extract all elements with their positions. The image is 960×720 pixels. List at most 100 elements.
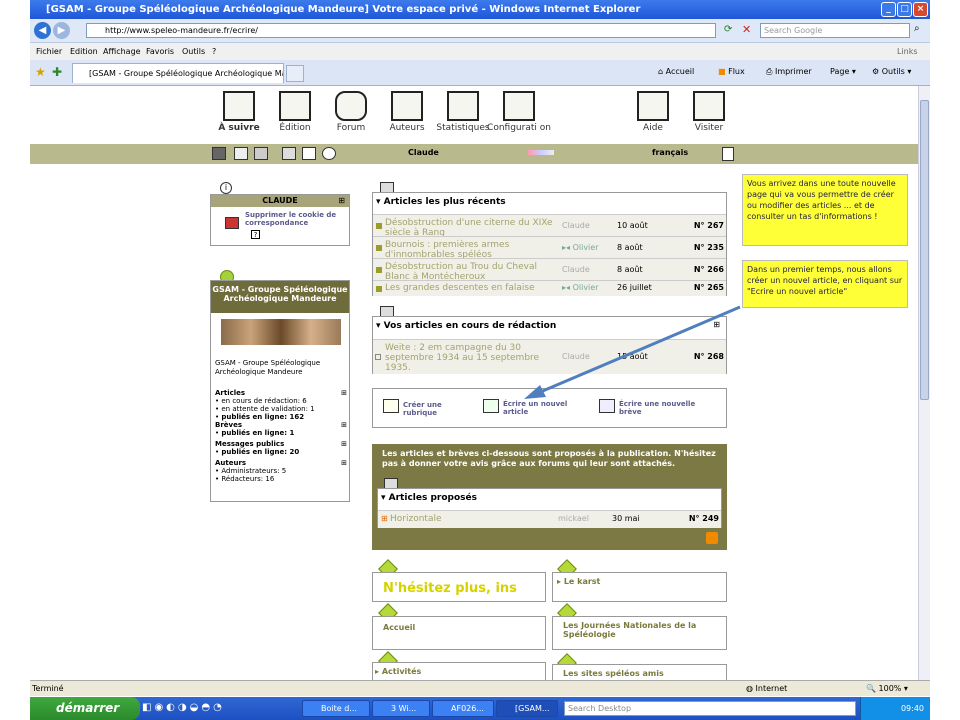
article-row[interactable]: Désobstruction d'une citerne du XIXe siè… <box>373 214 726 238</box>
logout-icon[interactable] <box>722 147 734 161</box>
expand-icon[interactable]: ⊞ <box>341 440 347 448</box>
recent-articles-title[interactable]: ▾ Articles les plus récents <box>376 197 506 207</box>
tile-karst[interactable]: ▸ Le karst <box>552 572 727 602</box>
article-title[interactable]: Désobstruction d'une citerne du XIXe siè… <box>385 218 555 238</box>
article-row[interactable]: Les grandes descentes en falaise ▸◂ Olivi… <box>373 280 726 296</box>
stop-icon[interactable]: ✕ <box>742 23 751 36</box>
favorites-star-icon[interactable]: ★ <box>35 65 46 79</box>
vertical-scrollbar[interactable] <box>918 86 930 680</box>
home-button[interactable]: ⌂ Accueil <box>658 67 694 76</box>
menu-affichage[interactable]: Affichage <box>103 43 141 60</box>
create-section-label: Créer une rubrique <box>403 401 442 417</box>
address-toolbar: ◀ ▶ http://www.speleo-mandeure.fr/ecrire… <box>30 19 930 43</box>
nav-configuration[interactable]: Configurati on <box>486 91 552 133</box>
expand-icon[interactable]: ⊞ <box>341 459 347 467</box>
desktop-search-input[interactable]: Search Desktop <box>564 701 856 716</box>
article-author[interactable]: ▸◂ Olivier <box>562 283 599 292</box>
links-label[interactable]: Links <box>897 43 918 60</box>
language-selector[interactable]: français <box>652 148 688 157</box>
article-row[interactable]: Désobstruction au Trou du Cheval Blanc à… <box>373 258 726 282</box>
stats-head: Articles <box>215 389 246 397</box>
task-boite[interactable]: Boite d... <box>302 700 370 717</box>
nav-visiter[interactable]: Visiter <box>676 91 742 133</box>
article-title[interactable]: Désobstruction au Trou du Cheval Blanc à… <box>385 262 555 282</box>
tools-menu-button[interactable]: ⚙ Outils ▾ <box>872 67 911 76</box>
print-button[interactable]: ⎙ Imprimer <box>766 67 812 77</box>
add-favorite-icon[interactable]: ✚ <box>52 65 62 79</box>
menu-fichier[interactable]: Fichier <box>36 43 62 60</box>
tile-inscription[interactable]: N'hésitez plus, ins <box>372 572 546 602</box>
forward-icon[interactable]: ▶ <box>53 22 70 39</box>
proposed-articles-panel: ▾ Articles proposés ⊞ Horizontale mickael 3… <box>377 488 722 528</box>
cursor-icon[interactable] <box>234 147 248 160</box>
search-icon[interactable]: ⌕ <box>914 23 920 34</box>
tile-sites-amis[interactable]: Les sites spéléos amis <box>552 664 727 680</box>
search-input[interactable]: Search Google <box>760 23 910 38</box>
taskbar: démarrer ◧◉◐◑◒◓◔ Boite d... 3 Wi... AF02… <box>30 697 930 720</box>
menu-favoris[interactable]: Favoris <box>146 43 174 60</box>
proposed-title[interactable]: ▾ Articles proposés <box>381 493 477 503</box>
page-viewport: À suivre Édition Forum Auteurs Statistiq… <box>30 86 918 680</box>
article-author[interactable]: Claude <box>562 265 590 274</box>
menu-edition[interactable]: Edition <box>70 43 98 60</box>
print-label: Imprimer <box>774 67 812 76</box>
feeds-button[interactable]: ■ Flux <box>718 67 745 76</box>
tile-activites[interactable]: ▸ Activités <box>372 662 546 680</box>
status-square-icon <box>376 267 382 273</box>
article-author[interactable]: Claude <box>562 221 590 230</box>
user-name[interactable]: Claude <box>408 148 439 157</box>
menu-outils[interactable]: Outils <box>182 43 205 60</box>
quick-launch-icons[interactable]: ◧◉◐◑◒◓◔ <box>142 702 225 713</box>
article-author[interactable]: ▸◂ Olivier <box>562 243 599 252</box>
clock: 09:40 <box>900 704 924 713</box>
url-input[interactable]: http://www.speleo-mandeure.fr/ecrire/ <box>86 23 716 38</box>
article-row[interactable]: Bournois : premières armes d'innombrable… <box>373 236 726 260</box>
rss-icon[interactable] <box>706 532 718 544</box>
proposed-row[interactable]: ⊞ Horizontale mickael 30 mai N° 249 <box>378 510 721 528</box>
start-button[interactable]: démarrer <box>30 697 140 720</box>
site-panel-title: GSAM - Groupe Spéléologique Archéologiqu… <box>211 281 349 313</box>
expand-icon[interactable]: ⊞ <box>341 389 347 397</box>
tile-label: Accueil <box>383 623 416 632</box>
maximize-button[interactable]: □ <box>897 2 912 17</box>
delete-cookie-link[interactable]: Supprimer le cookie de correspondance <box>245 211 345 227</box>
expand-icon[interactable]: ⊞ <box>341 421 347 429</box>
new-tab-button[interactable] <box>286 65 304 82</box>
cookie-icon <box>225 217 239 229</box>
interface-icon[interactable] <box>212 147 226 160</box>
tile-accueil[interactable]: Accueil <box>372 616 546 650</box>
tile-text: Activités <box>381 667 422 676</box>
user-bar: Claude français <box>30 144 918 164</box>
minimize-button[interactable]: _ <box>881 2 896 17</box>
search-site-icon[interactable] <box>254 147 268 160</box>
expand-icon[interactable]: ⊞ <box>338 196 345 205</box>
news-icon[interactable] <box>282 147 296 160</box>
window-title-bar: [GSAM - Groupe Spéléologique Archéologiq… <box>30 0 930 19</box>
scrollbar-thumb[interactable] <box>920 100 929 400</box>
proposed-author[interactable]: mickael <box>558 514 589 523</box>
task-af026[interactable]: AF026... <box>432 700 494 717</box>
status-square-icon <box>376 223 382 229</box>
refresh-icon[interactable]: ⟳ <box>724 24 732 35</box>
stats-messages: Messages publics ⊞ • publiés en ligne: 20 <box>215 440 347 456</box>
back-icon[interactable]: ◀ <box>34 22 51 39</box>
help-mini-icon[interactable]: ? <box>251 230 260 239</box>
mail-icon[interactable] <box>302 147 316 160</box>
zoom-control[interactable]: 🔍 100% ▾ <box>866 681 908 697</box>
proposed-section: Les articles et brèves ci-dessous sont p… <box>372 444 727 550</box>
task-gsam[interactable]: [GSAM... <box>496 700 558 717</box>
article-title[interactable]: Bournois : premières armes d'innombrable… <box>385 240 555 260</box>
article-title[interactable]: Les grandes descentes en falaise <box>385 283 555 293</box>
color-swatches[interactable] <box>528 150 554 155</box>
nav-label: Configurati on <box>487 123 551 133</box>
menu-help[interactable]: ? <box>212 43 216 60</box>
eye-icon[interactable] <box>322 147 336 160</box>
proposed-article-title[interactable]: Horizontale <box>390 514 560 524</box>
page-menu-button[interactable]: Page ▾ <box>830 67 856 76</box>
nav-label: Édition <box>279 123 311 133</box>
tab-gsam[interactable]: [GSAM - Groupe Spéléologique Archéologiq… <box>72 63 284 83</box>
tile-journees[interactable]: Les Journées Nationales de la Spéléologi… <box>552 616 727 650</box>
close-button[interactable]: × <box>913 2 928 17</box>
tile-label: ▸ Activités <box>375 667 422 676</box>
task-word[interactable]: 3 Wi... <box>372 700 430 717</box>
